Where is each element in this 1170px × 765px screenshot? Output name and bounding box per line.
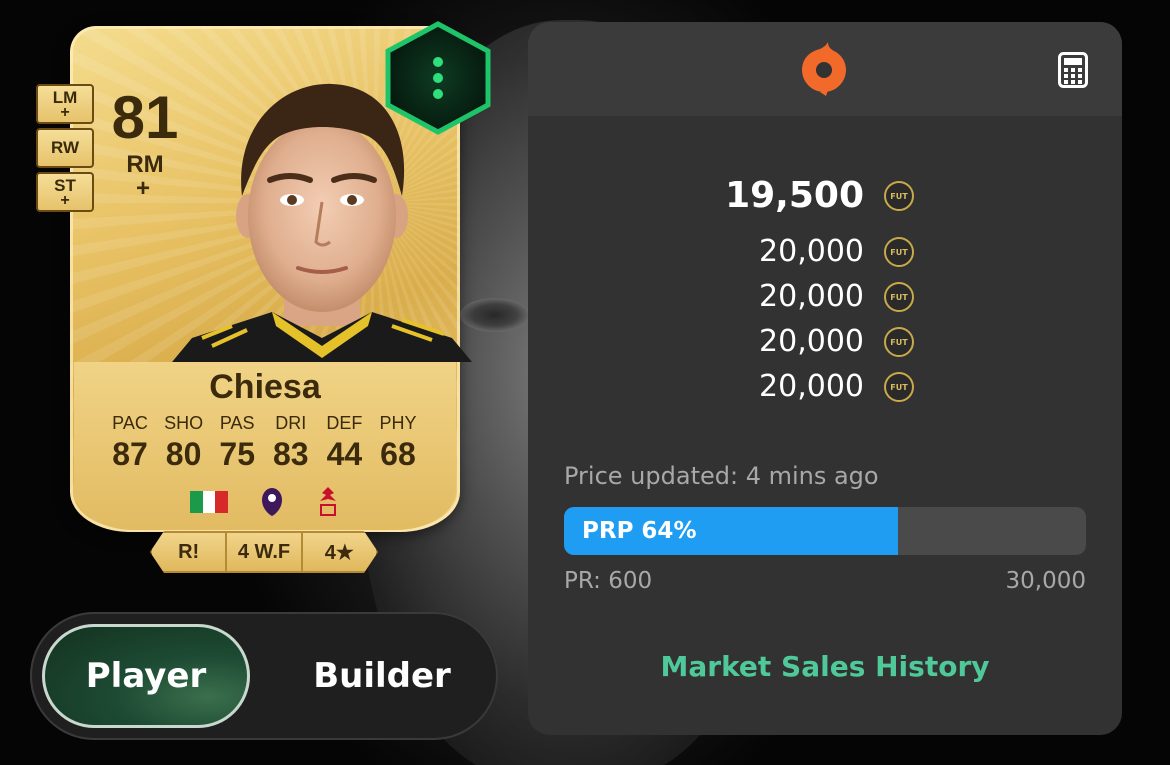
stat-value: 87: [112, 436, 148, 472]
stat-value: 83: [272, 436, 309, 472]
stat-def: DEF 44: [318, 412, 370, 474]
builder-tab[interactable]: Builder: [278, 624, 486, 728]
stat-label: PAS: [219, 413, 255, 433]
alt-position-code: RW: [50, 138, 79, 157]
stat-sho: SHO 80: [158, 412, 210, 474]
alt-position-badge: LM +: [36, 84, 94, 124]
stat-label: DRI: [275, 413, 307, 433]
price-range-min: PR: 600: [564, 568, 653, 594]
fut-coin-icon: FUT: [884, 372, 914, 402]
player-tab[interactable]: Player: [42, 624, 250, 728]
market-sales-history-link[interactable]: Market Sales History: [528, 650, 1122, 683]
price-value: 20,000: [759, 234, 864, 269]
stat-label: PHY: [379, 413, 417, 433]
stat-label: DEF: [326, 413, 363, 433]
skill-moves-chip: R!: [152, 533, 227, 571]
origin-logo-icon: [802, 42, 846, 96]
stat-label: SHO: [164, 413, 204, 433]
price-updated-text: Price updated: 4 mins ago: [564, 462, 879, 490]
stat-dri: DRI 83: [265, 412, 317, 474]
price-panel: 19,500 FUT 20,000 FUT 20,000 FUT 20,000 …: [528, 22, 1122, 735]
price-row: 20,000 FUT: [528, 367, 1122, 407]
card-menu-button[interactable]: [382, 20, 494, 136]
price-value: 19,500: [725, 175, 864, 216]
premier-league-icon: [262, 488, 282, 516]
price-row-lowest: 19,500 FUT: [528, 176, 1122, 216]
alt-position-badge: RW: [36, 128, 94, 168]
price-row: 20,000 FUT: [528, 277, 1122, 317]
fut-coin-icon: FUT: [884, 237, 914, 267]
prp-progress-bar: PRP 64%: [564, 507, 1086, 555]
alt-positions: LM + RW ST +: [36, 84, 94, 212]
alt-position-badge: ST +: [36, 172, 94, 212]
card-rating: 81: [111, 84, 179, 151]
italy-flag-icon: [190, 491, 229, 513]
star-rating-chip: 4★: [324, 541, 354, 564]
stat-pac: PAC 87: [104, 412, 156, 474]
price-value: 20,000: [759, 279, 864, 314]
alt-position-plus: +: [60, 103, 70, 121]
price-value: 20,000: [759, 324, 864, 359]
price-value: 20,000: [759, 369, 864, 404]
alt-position-plus: +: [60, 191, 70, 209]
card-chips: R! 4 W.F 4★: [150, 531, 378, 573]
stat-label: PAC: [112, 413, 148, 433]
stat-value: 68: [380, 436, 416, 472]
prp-label: PRP 64%: [582, 518, 697, 544]
stat-pas: PAS 75: [211, 412, 263, 474]
card-position-plus: +: [135, 175, 150, 202]
price-panel-header: [528, 22, 1122, 116]
price-range-max: 30,000: [1005, 568, 1086, 594]
card-badges: [190, 486, 340, 518]
calculator-icon[interactable]: [1058, 52, 1088, 88]
app-screen: LM + RW ST + 81 RM + Chiesa PAC 87 SHO 8…: [0, 0, 1170, 765]
price-row: 20,000 FUT: [528, 232, 1122, 272]
fut-coin-icon: FUT: [884, 282, 914, 312]
stat-value: 44: [326, 436, 363, 472]
player-name: Chiesa: [209, 368, 321, 406]
card-stats: PAC 87 SHO 80 PAS 75 DRI 83 DEF 44 PHY 6…: [104, 412, 424, 474]
price-row: 20,000 FUT: [528, 322, 1122, 362]
stat-phy: PHY 68: [372, 412, 424, 474]
more-vertical-icon: [433, 57, 443, 99]
stat-value: 75: [219, 436, 255, 472]
fut-coin-icon: FUT: [884, 181, 914, 211]
weak-foot-chip: 4 W.F: [227, 533, 302, 571]
liverpool-crest-icon: [320, 487, 336, 516]
fut-coin-icon: FUT: [884, 327, 914, 357]
view-toggle: Player Builder: [30, 612, 498, 740]
stat-value: 80: [165, 436, 202, 472]
